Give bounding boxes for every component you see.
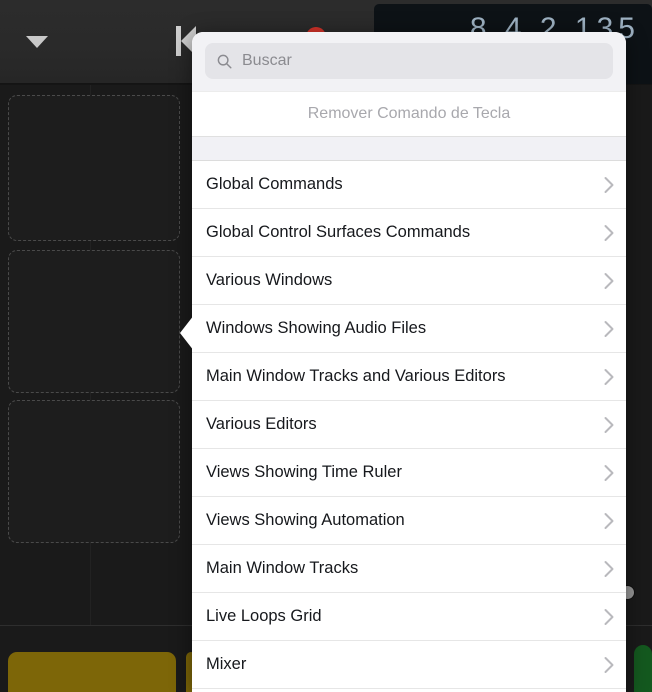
command-group-row[interactable]: Various Editors	[192, 401, 626, 449]
remove-key-command-button[interactable]: Remover Comando de Tecla	[192, 91, 626, 137]
command-group-label: Views Showing Time Ruler	[206, 463, 592, 482]
grid-cell-empty[interactable]	[8, 400, 180, 543]
command-group-label: Main Window Tracks and Various Editors	[206, 367, 592, 386]
grid-cell-clip[interactable]	[634, 645, 652, 692]
search-input[interactable]: Buscar	[242, 52, 292, 70]
command-group-label: Global Commands	[206, 175, 592, 194]
command-group-label: Views Showing Automation	[206, 511, 592, 530]
command-group-row[interactable]: Global Control Surfaces Commands	[192, 209, 626, 257]
command-group-row[interactable]: Views Showing Automation	[192, 497, 626, 545]
list-section-header	[192, 137, 626, 161]
command-group-row[interactable]: Various Windows	[192, 257, 626, 305]
chevron-right-icon	[592, 176, 626, 194]
command-group-row[interactable]: Mixer	[192, 641, 626, 689]
command-group-row[interactable]: Main Window Tracks	[192, 545, 626, 593]
search-icon	[216, 53, 233, 70]
command-group-row[interactable]: Main Window Tracks and Various Editors	[192, 353, 626, 401]
app-window: 8 4 2 135 Buscar Remover Comando de	[0, 0, 652, 692]
chevron-down-triangle-icon[interactable]	[26, 36, 48, 48]
command-groups-list: Global Commands Global Control Surfaces C…	[192, 161, 626, 689]
chevron-right-icon	[592, 224, 626, 242]
chevron-right-icon	[592, 464, 626, 482]
chevron-right-icon	[592, 320, 626, 338]
command-group-label: Various Editors	[206, 415, 592, 434]
command-group-row[interactable]: Views Showing Time Ruler	[192, 449, 626, 497]
grid-cell-empty[interactable]	[8, 95, 180, 241]
search-zone: Buscar	[192, 32, 626, 91]
command-group-row[interactable]: Global Commands	[192, 161, 626, 209]
key-commands-popover: Buscar Remover Comando de Tecla Global C…	[192, 32, 626, 692]
chevron-right-icon	[592, 560, 626, 578]
grid-cell-empty[interactable]	[8, 250, 180, 393]
command-group-label: Global Control Surfaces Commands	[206, 223, 592, 242]
grid-cell-clip[interactable]	[8, 652, 176, 692]
command-group-label: Various Windows	[206, 271, 592, 290]
command-group-row[interactable]: Live Loops Grid	[192, 593, 626, 641]
command-group-row[interactable]: Windows Showing Audio Files	[192, 305, 626, 353]
popover-pointer	[180, 315, 194, 351]
command-group-label: Mixer	[206, 655, 592, 674]
command-group-label: Main Window Tracks	[206, 559, 592, 578]
chevron-right-icon	[592, 608, 626, 626]
search-field[interactable]: Buscar	[205, 43, 613, 79]
chevron-right-icon	[592, 368, 626, 386]
chevron-right-icon	[592, 512, 626, 530]
chevron-right-icon	[592, 656, 626, 674]
command-group-label: Live Loops Grid	[206, 607, 592, 626]
chevron-right-icon	[592, 416, 626, 434]
chevron-right-icon	[592, 272, 626, 290]
command-group-label: Windows Showing Audio Files	[206, 319, 592, 338]
